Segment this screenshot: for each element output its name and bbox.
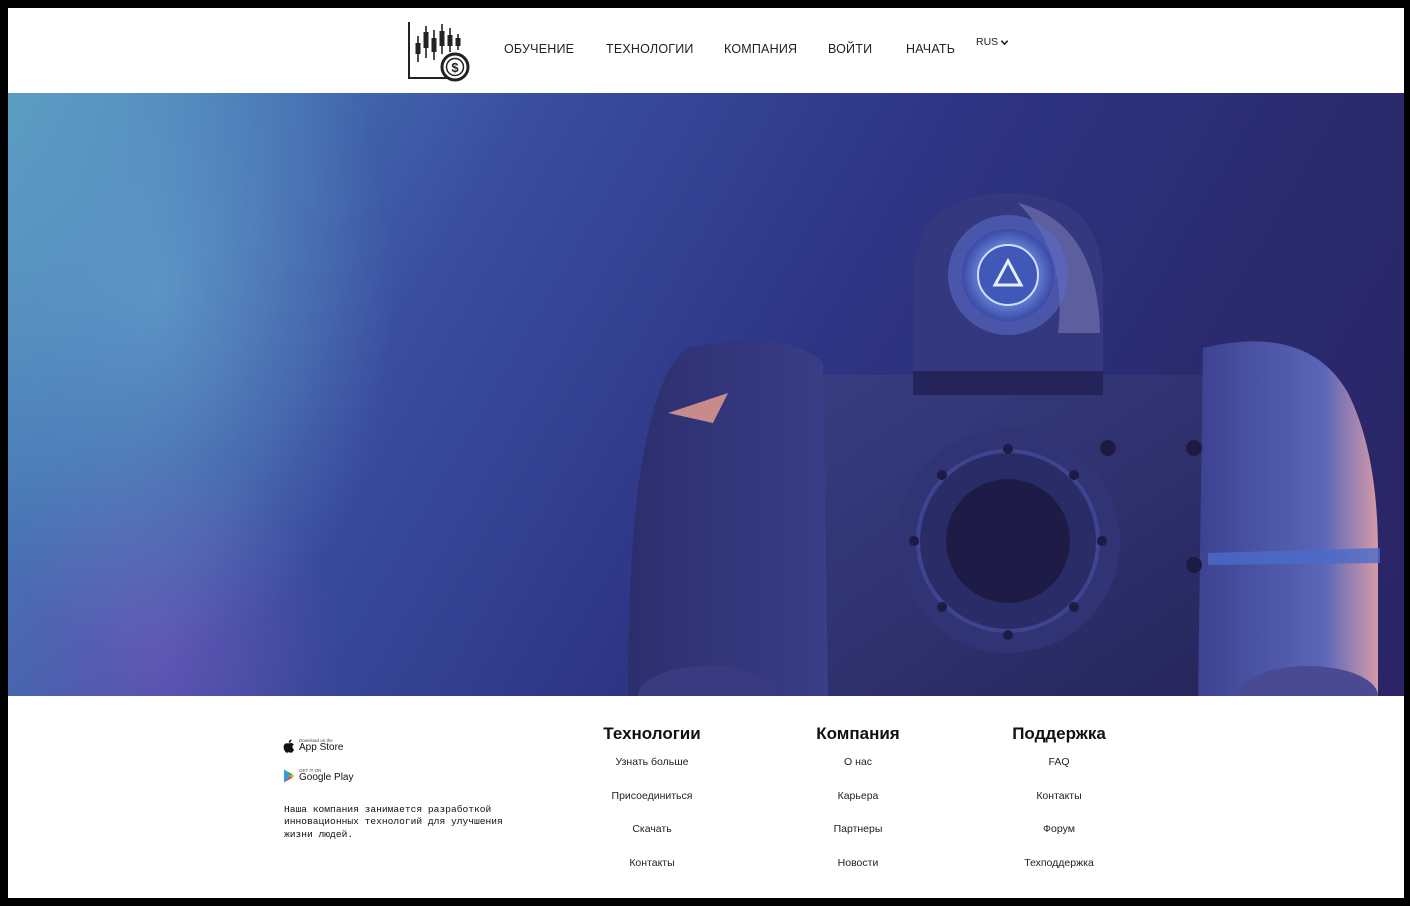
- site-footer: Download on the App Store GET IT ON Goog…: [8, 696, 1404, 898]
- nav-login[interactable]: ВОЙТИ: [828, 42, 872, 56]
- page-frame: $ ОБУЧЕНИЕ ТЕХНОЛОГИИ КОМПАНИЯ ВОЙТИ НАЧ…: [8, 8, 1404, 898]
- footer-link[interactable]: Партнеры: [758, 813, 958, 847]
- footer-link[interactable]: Форум: [959, 813, 1159, 847]
- svg-text:$: $: [451, 60, 459, 75]
- site-header: $ ОБУЧЕНИЕ ТЕХНОЛОГИИ КОМПАНИЯ ВОЙТИ НАЧ…: [8, 8, 1404, 93]
- nav-company[interactable]: КОМПАНИЯ: [724, 42, 797, 56]
- language-label: RUS: [976, 36, 999, 48]
- footer-column-technologies: Технологии Узнать больше Присоединиться …: [552, 724, 752, 880]
- app-store-badge[interactable]: Download on the App Store: [283, 738, 343, 753]
- nav-technologies[interactable]: ТЕХНОЛОГИИ: [606, 42, 694, 56]
- footer-link[interactable]: Новости: [758, 847, 958, 881]
- footer-link[interactable]: Карьера: [758, 780, 958, 814]
- footer-column-company: Компания О нас Карьера Партнеры Новости: [758, 724, 958, 880]
- footer-link[interactable]: Скачать: [552, 813, 752, 847]
- footer-link[interactable]: Контакты: [552, 847, 752, 881]
- google-play-icon: [284, 769, 295, 782]
- footer-link[interactable]: Техподдержка: [959, 847, 1159, 881]
- chevron-down-icon: [1000, 39, 1009, 45]
- robot-illustration: [628, 193, 1380, 696]
- footer-column-title: Компания: [816, 724, 900, 743]
- language-selector[interactable]: RUS: [976, 36, 1009, 48]
- footer-link[interactable]: О нас: [758, 746, 958, 780]
- footer-column-support: Поддержка FAQ Контакты Форум Техподдержк…: [959, 724, 1159, 880]
- footer-column-title: Технологии: [603, 724, 701, 743]
- footer-link[interactable]: Узнать больше: [552, 746, 752, 780]
- apple-icon: [283, 739, 294, 753]
- footer-column-title: Поддержка: [1012, 724, 1106, 743]
- footer-link[interactable]: FAQ: [959, 746, 1159, 780]
- footer-link[interactable]: Контакты: [959, 780, 1159, 814]
- nav-learning[interactable]: ОБУЧЕНИЕ: [504, 42, 574, 56]
- hero-banner: [8, 93, 1404, 696]
- app-store-label: App Store: [299, 742, 344, 753]
- footer-link[interactable]: Присоединиться: [552, 780, 752, 814]
- google-play-badge[interactable]: GET IT ON Google Play: [283, 768, 353, 783]
- google-play-label: Google Play: [299, 772, 354, 783]
- nav-start[interactable]: НАЧАТЬ: [906, 42, 955, 56]
- company-description: Наша компания занимается разработкой инн…: [284, 804, 503, 840]
- logo-chart-coin-icon[interactable]: $: [406, 18, 472, 84]
